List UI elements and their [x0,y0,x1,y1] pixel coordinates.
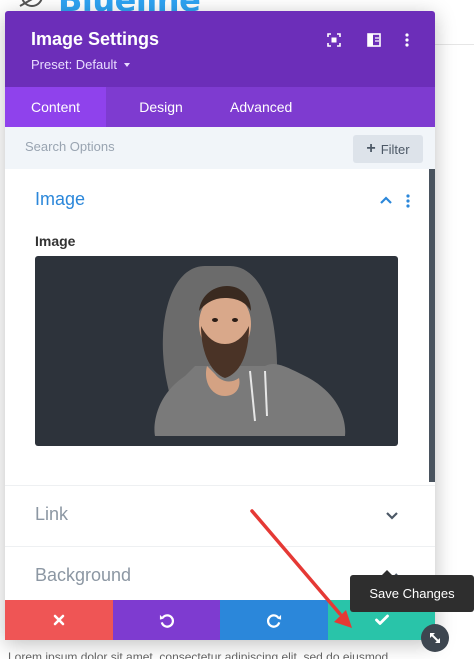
redo-button[interactable] [220,600,328,640]
search-bar: + Filter [5,127,435,169]
search-options-input[interactable] [25,139,275,154]
resize-handle[interactable] [421,624,449,652]
caret-down-icon [124,62,130,67]
expand-diagonal-icon [430,633,440,643]
tab-content[interactable]: Content [5,87,107,127]
check-icon [374,614,389,625]
link-section[interactable]: Link [5,485,435,546]
close-icon [53,614,65,626]
section-options-icon[interactable] [405,194,411,208]
save-changes-tooltip: Save Changes [350,575,474,612]
preset-dropdown[interactable]: Preset: Default [31,57,130,72]
image-section-title[interactable]: Image [35,189,85,210]
background-section-title: Background [35,565,132,585]
plus-icon: + [366,140,376,157]
background-divider [435,44,474,45]
image-section: Image Image [5,169,429,485]
modal-header: Image Settings Preset: Default [5,11,435,87]
image-upload-preview[interactable] [35,256,398,446]
undo-button[interactable] [113,600,220,640]
background-body-text: Lorem ipsum dolor sit amet, consectetur … [8,650,389,659]
portrait-image [154,266,346,436]
split-view-icon[interactable] [363,29,385,51]
tab-design[interactable]: Design [106,87,216,127]
cancel-button[interactable] [5,600,113,640]
link-section-title: Link [35,504,69,524]
focus-mode-icon[interactable] [323,29,345,51]
preset-label: Preset: Default [31,57,117,72]
filter-label: Filter [380,141,410,157]
chevron-down-icon[interactable] [385,510,399,522]
settings-tabs: Content Design Advanced [5,87,435,127]
redo-icon [266,613,281,628]
settings-content: Image Image Link Background [5,169,435,600]
modal-title: Image Settings [31,29,160,49]
scrollbar[interactable] [429,169,435,482]
image-field-label: Image [35,233,76,249]
chevron-up-icon[interactable] [379,194,393,206]
more-vertical-icon[interactable] [396,29,418,51]
undo-icon [159,613,174,628]
filter-button[interactable]: + Filter [353,135,423,163]
tab-advanced[interactable]: Advanced [216,87,306,127]
image-settings-modal: Image Settings Preset: Default Content D… [5,11,435,640]
